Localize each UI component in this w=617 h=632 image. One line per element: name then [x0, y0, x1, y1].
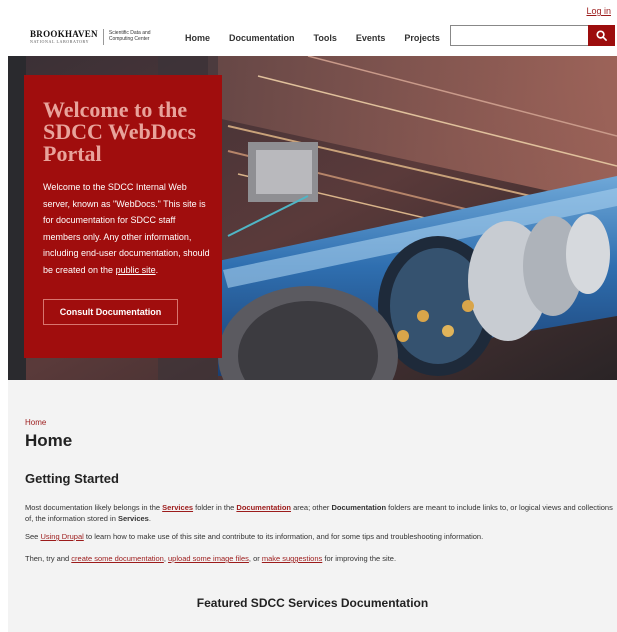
bnl-logo: BROOKHAVEN NATIONAL LABORATORY — [30, 30, 98, 44]
logo-org: BROOKHAVEN — [30, 29, 98, 39]
text: See — [25, 532, 41, 541]
search-icon — [596, 30, 607, 41]
text: . — [148, 514, 151, 523]
nav-home[interactable]: Home — [185, 33, 210, 43]
hero-title: Welcome to the SDCC WebDocs Portal — [43, 97, 197, 166]
nav-events[interactable]: Events — [356, 33, 386, 43]
breadcrumb-home[interactable]: Home — [25, 418, 46, 427]
search-box — [450, 25, 615, 46]
featured-title: Featured SDCC Services Documentation — [196, 596, 429, 610]
paragraph-drupal: See Using Drupal to learn how to make us… — [25, 531, 615, 542]
paragraph-documentation: Most documentation likely belongs in the… — [25, 502, 615, 524]
text: for improving the site. — [322, 554, 397, 563]
logo-divider — [102, 29, 104, 45]
documentation-link[interactable]: Documentation — [236, 503, 291, 512]
section-title: Getting Started — [25, 471, 119, 486]
bold-text: Services — [117, 514, 149, 523]
page-title: Home — [25, 431, 73, 450]
consult-documentation-button[interactable]: Consult Documentation — [43, 299, 178, 325]
text: area; other — [291, 503, 332, 512]
text: to learn how to make use of this site an… — [83, 532, 484, 541]
logo-org-sub: NATIONAL LABORATORY — [30, 39, 90, 44]
sdcc-logo-text: Scientific Data and Computing Center — [108, 30, 151, 43]
hero-text-end: . — [155, 264, 159, 275]
paragraph-next-steps: Then, try and create some documentation,… — [25, 553, 615, 564]
public-site-link[interactable]: public site — [116, 265, 156, 275]
main-nav: Home Documentation Tools Events Projects — [185, 33, 459, 43]
upload-images-link[interactable]: upload some image files — [168, 554, 249, 563]
search-button[interactable] — [588, 25, 615, 46]
welcome-panel: Welcome to the SDCC WebDocs Portal Welco… — [24, 75, 222, 358]
text: Then, try and — [25, 554, 72, 563]
text: , or — [248, 554, 262, 563]
create-documentation-link[interactable]: create some documentation — [71, 554, 164, 563]
login-link[interactable]: Log in — [586, 6, 611, 16]
nav-projects[interactable]: Projects — [404, 33, 440, 43]
nav-tools[interactable]: Tools — [314, 33, 337, 43]
site-logo[interactable]: BROOKHAVEN NATIONAL LABORATORY Scientifi… — [30, 27, 151, 47]
using-drupal-link[interactable]: Using Drupal — [40, 532, 83, 541]
bold-text: Documentation — [331, 503, 387, 512]
hero-text: Welcome to the SDCC Internal Web server,… — [43, 182, 210, 275]
nav-documentation[interactable]: Documentation — [229, 33, 295, 43]
services-link[interactable]: Services — [162, 503, 193, 512]
main-content: Home Home Getting Started Most documenta… — [8, 380, 617, 632]
logo-dept-line2: Computing Center — [108, 36, 150, 42]
search-input[interactable] — [450, 25, 588, 46]
hero-description: Welcome to the SDCC Internal Web server,… — [43, 179, 210, 278]
text: Most documentation likely belongs in the — [25, 503, 163, 512]
text: folder in the — [193, 503, 237, 512]
site-header: Log in BROOKHAVEN NATIONAL LABORATORY Sc… — [0, 0, 617, 56]
make-suggestions-link[interactable]: make suggestions — [262, 554, 322, 563]
